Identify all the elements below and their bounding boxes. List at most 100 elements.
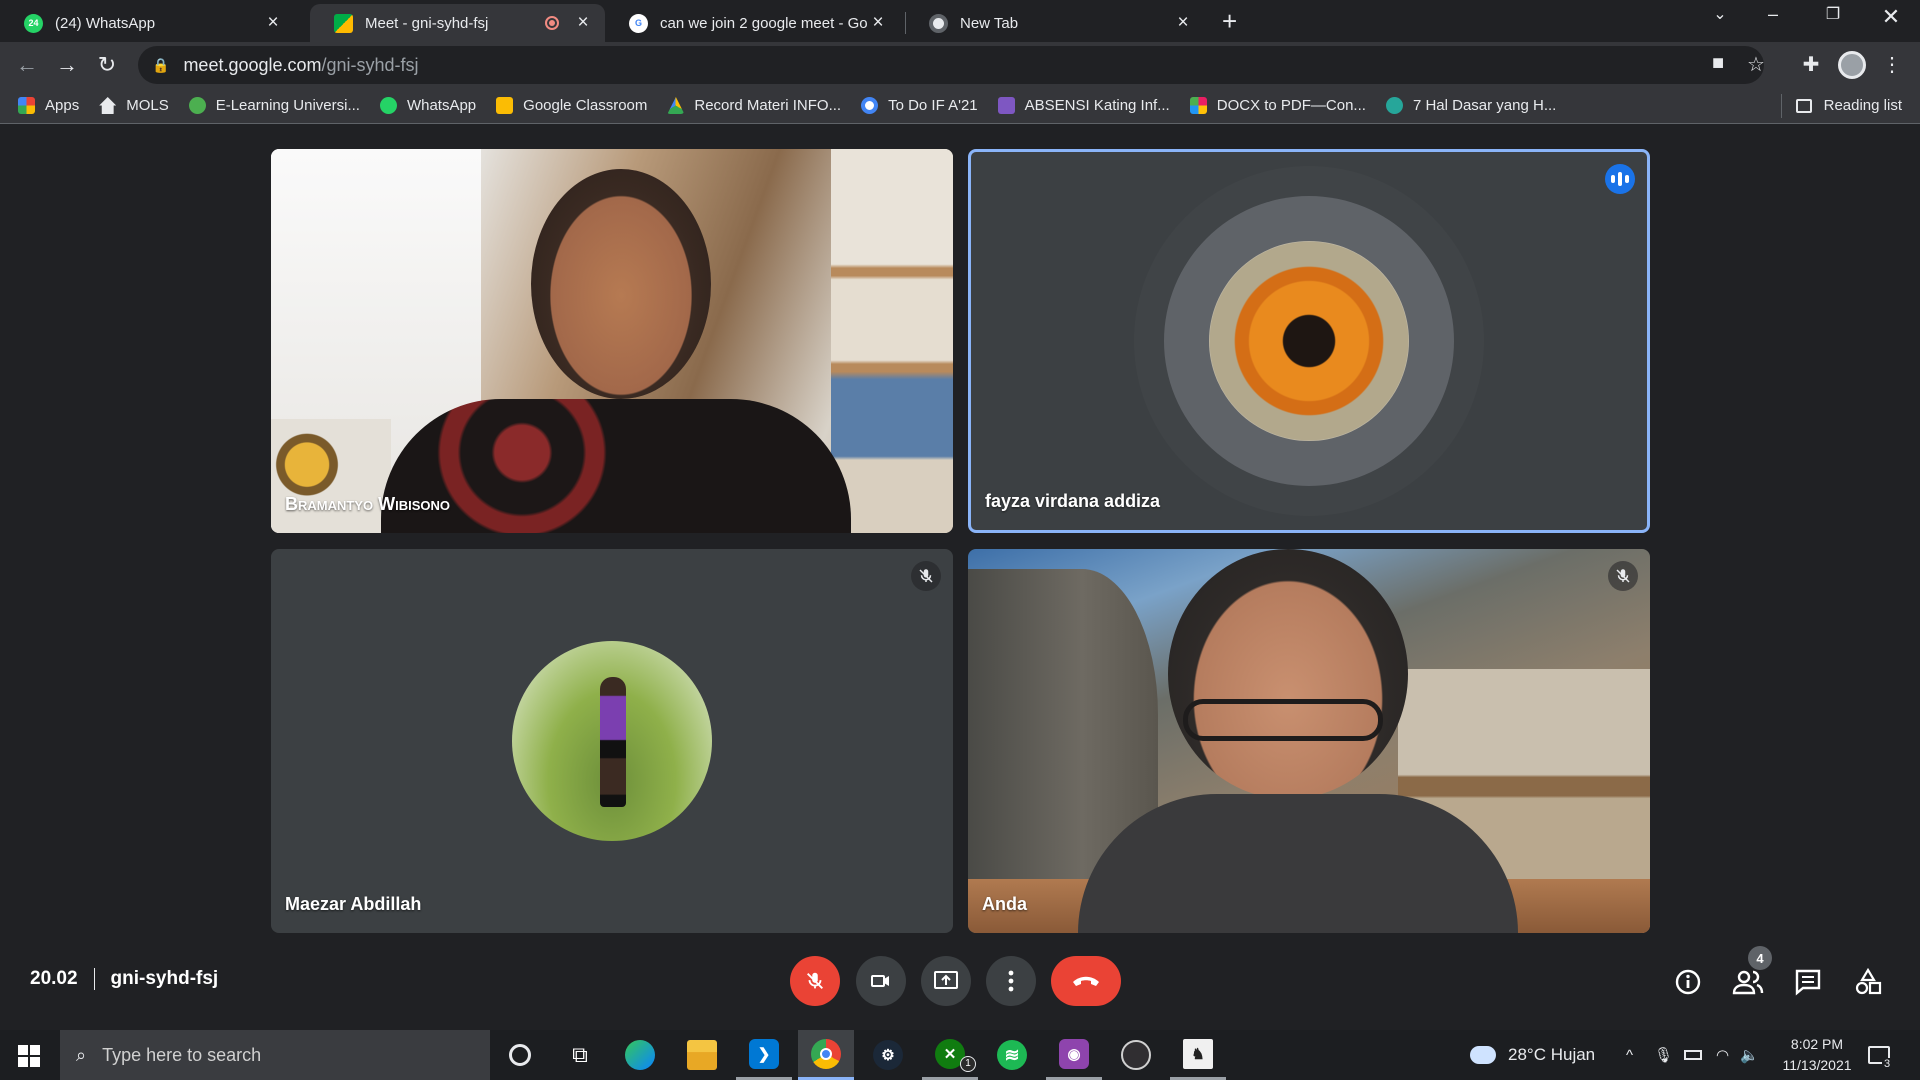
profile-avatar[interactable] xyxy=(1838,51,1866,79)
taskbar-spotify[interactable]: ≋ xyxy=(984,1030,1040,1080)
tab-search-chevron-icon[interactable]: ⌄ xyxy=(1700,4,1740,24)
chat-icon xyxy=(1795,969,1821,996)
participant-name: Maezar Abdillah xyxy=(285,894,422,914)
participant-tile-fayza[interactable]: fayza virdana addiza xyxy=(968,149,1650,533)
bookmarks-bar: Apps MOLS E-Learning Universi... WhatsAp… xyxy=(0,88,1920,124)
info-icon xyxy=(1675,969,1701,995)
volume-tray-icon[interactable]: 🔈 xyxy=(1740,1030,1759,1080)
bookmark-label: Google Classroom xyxy=(523,97,648,114)
taskbar-chrome[interactable] xyxy=(798,1030,854,1080)
google-forms-icon xyxy=(997,97,1015,114)
taskbar-vscode[interactable]: ❯ xyxy=(736,1030,792,1080)
search-placeholder: Type here to search xyxy=(102,1044,262,1065)
more-options-button[interactable] xyxy=(986,956,1036,1006)
windows-start-button[interactable] xyxy=(18,1045,40,1067)
tab-title: can we join 2 google meet - Goo xyxy=(660,14,868,32)
apps-grid-icon xyxy=(18,97,35,114)
tab-meet[interactable]: Meet - gni-syhd-fsj × xyxy=(310,4,605,42)
close-tab-icon[interactable]: × xyxy=(263,12,283,34)
bookmark-label: To Do IF A'21 xyxy=(888,97,978,114)
reload-button[interactable]: ↻ xyxy=(92,50,122,80)
show-hidden-icons-button[interactable]: ^ xyxy=(1626,1030,1633,1080)
participant-count-badge: 4 xyxy=(1748,946,1772,970)
bookmark-divider xyxy=(1781,94,1782,118)
new-tab-button[interactable]: + xyxy=(1222,6,1237,37)
google-classroom-icon xyxy=(496,97,514,114)
bookmark-mols[interactable]: MOLS xyxy=(99,97,169,114)
recording-indicator-icon xyxy=(545,16,559,30)
cortana-button[interactable] xyxy=(492,1030,548,1080)
chat-button[interactable] xyxy=(1790,964,1826,1000)
whatsapp-icon xyxy=(379,97,397,114)
participant-name: Bramantyo Wibisono xyxy=(285,494,450,514)
camera-in-use-icon[interactable]: ■ xyxy=(1704,52,1732,75)
bookmark-label: Record Materi INFO... xyxy=(694,97,842,114)
bookmark-absensi[interactable]: ABSENSI Kating Inf... xyxy=(997,97,1170,114)
bookmark-7-hal[interactable]: 7 Hal Dasar yang H... xyxy=(1385,97,1556,114)
todo-icon xyxy=(861,97,879,114)
search-icon: ⌕ xyxy=(76,1044,87,1065)
taskbar-obs[interactable] xyxy=(1108,1030,1164,1080)
chrome-menu-icon[interactable]: ⋮ xyxy=(1878,52,1906,77)
taskbar-search-box[interactable]: ⌕ Type here to search xyxy=(60,1030,490,1080)
toggle-camera-button[interactable] xyxy=(856,956,906,1006)
address-bar[interactable]: 🔒 meet.google.com/gni-syhd-fsj ■ ☆ xyxy=(138,46,1765,84)
taskbar-edge[interactable] xyxy=(612,1030,668,1080)
bookmark-docx-to-pdf[interactable]: DOCX to PDF—Con... xyxy=(1189,97,1366,114)
close-tab-icon[interactable]: × xyxy=(1173,12,1193,34)
activities-button[interactable] xyxy=(1850,964,1886,1000)
speaking-indicator-icon xyxy=(1605,164,1635,194)
clock-time: 8:02 PM xyxy=(1790,1036,1844,1052)
obs-icon xyxy=(1121,1040,1151,1070)
extensions-icon[interactable]: ✚ xyxy=(1797,52,1825,77)
windows-taskbar: ⌕ Type here to search ⧉ ❯ ⚙ ✕ 1 ≋ ◉ ♞ 28°… xyxy=(0,1030,1920,1080)
participant-tile-self[interactable]: Anda xyxy=(968,549,1650,933)
mic-off-icon xyxy=(1608,561,1638,591)
bookmark-record-materi[interactable]: Record Materi INFO... xyxy=(667,97,841,114)
more-vert-icon xyxy=(1008,970,1014,992)
present-screen-button[interactable] xyxy=(921,956,971,1006)
taskbar-game[interactable]: ♞ xyxy=(1170,1030,1226,1080)
video-background-pillow xyxy=(271,419,391,533)
bookmark-star-icon[interactable]: ☆ xyxy=(1742,52,1770,77)
bookmark-whatsapp[interactable]: WhatsApp xyxy=(379,97,476,114)
bookmark-apps[interactable]: Apps xyxy=(18,97,79,114)
tab-google-search[interactable]: G can we join 2 google meet - Goo × xyxy=(605,4,900,42)
reading-list-button[interactable]: Reading list xyxy=(1795,97,1902,114)
leave-call-button[interactable] xyxy=(1051,956,1121,1006)
bookmark-google-classroom[interactable]: Google Classroom xyxy=(496,97,647,114)
forward-button[interactable]: → xyxy=(52,50,82,80)
microphone-tray-icon[interactable]: 🎙 xyxy=(1654,1030,1673,1080)
participant-tile-bramantyo[interactable]: Bramantyo Wibisono xyxy=(271,149,953,533)
minimize-button[interactable]: – xyxy=(1753,4,1793,25)
taskbar-file-explorer[interactable] xyxy=(674,1030,730,1080)
close-tab-icon[interactable]: × xyxy=(573,12,593,34)
toggle-microphone-button[interactable] xyxy=(790,956,840,1006)
avatar-person-figure xyxy=(600,677,626,807)
back-button[interactable]: ← xyxy=(12,50,42,80)
participant-name: Anda xyxy=(982,894,1027,914)
video-background-shelf xyxy=(831,149,953,533)
bookmark-todo[interactable]: To Do IF A'21 xyxy=(861,97,978,114)
participant-tile-maezar[interactable]: Maezar Abdillah xyxy=(271,549,953,933)
taskbar-steam[interactable]: ⚙ xyxy=(860,1030,916,1080)
close-window-button[interactable]: ✕ xyxy=(1871,4,1911,30)
task-view-button[interactable]: ⧉ xyxy=(552,1030,608,1080)
taskbar-podcast-app[interactable]: ◉ xyxy=(1046,1030,1102,1080)
bookmark-elearning[interactable]: E-Learning Universi... xyxy=(188,97,360,114)
lock-icon[interactable]: 🔒 xyxy=(152,57,169,74)
people-icon xyxy=(1732,970,1764,995)
battery-tray-icon[interactable] xyxy=(1684,1030,1702,1080)
taskbar-clock[interactable]: 8:02 PM 11/13/2021 xyxy=(1762,1034,1872,1076)
restore-button[interactable]: ❐ xyxy=(1813,4,1853,24)
wifi-tray-icon[interactable]: ◠ xyxy=(1716,1030,1729,1080)
weather-widget[interactable]: 28°C Hujan xyxy=(1470,1030,1595,1080)
tab-new-tab[interactable]: New Tab × xyxy=(905,4,1205,42)
close-tab-icon[interactable]: × xyxy=(868,12,888,34)
battery-icon xyxy=(1684,1050,1702,1060)
notification-center-button[interactable]: 3 xyxy=(1868,1030,1893,1080)
meeting-details-button[interactable] xyxy=(1670,964,1706,1000)
participant-face xyxy=(531,169,711,399)
tab-whatsapp[interactable]: 24 (24) WhatsApp × xyxy=(0,4,295,42)
taskbar-xbox[interactable]: ✕ 1 xyxy=(922,1030,978,1080)
